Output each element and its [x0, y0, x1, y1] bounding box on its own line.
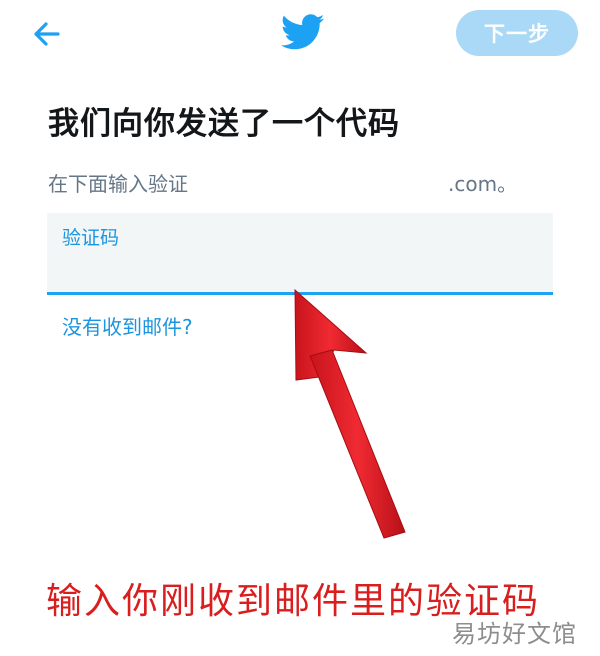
no-mail-received-link[interactable]: 没有收到邮件?: [62, 311, 193, 340]
arrow-left-icon: [34, 22, 60, 46]
verification-code-input[interactable]: [61, 253, 535, 285]
arrow-shaft: [309, 349, 406, 539]
verification-code-label: 验证码: [62, 227, 120, 249]
watermark: 易坊好文馆: [452, 620, 577, 648]
back-button[interactable]: [30, 17, 64, 51]
arrow-head: [294, 288, 368, 381]
instruction: 在下面输入验证 .com。: [48, 168, 568, 198]
instruction-text: 在下面输入验证: [48, 172, 188, 196]
email-suffix: .com。: [448, 172, 518, 196]
verification-code-field[interactable]: 验证码: [47, 213, 553, 295]
top-bar: 下一步: [0, 0, 600, 70]
next-button[interactable]: 下一步: [456, 10, 578, 56]
page-title: 我们向你发送了一个代码: [48, 106, 400, 142]
bird-logo-icon: [281, 10, 325, 54]
